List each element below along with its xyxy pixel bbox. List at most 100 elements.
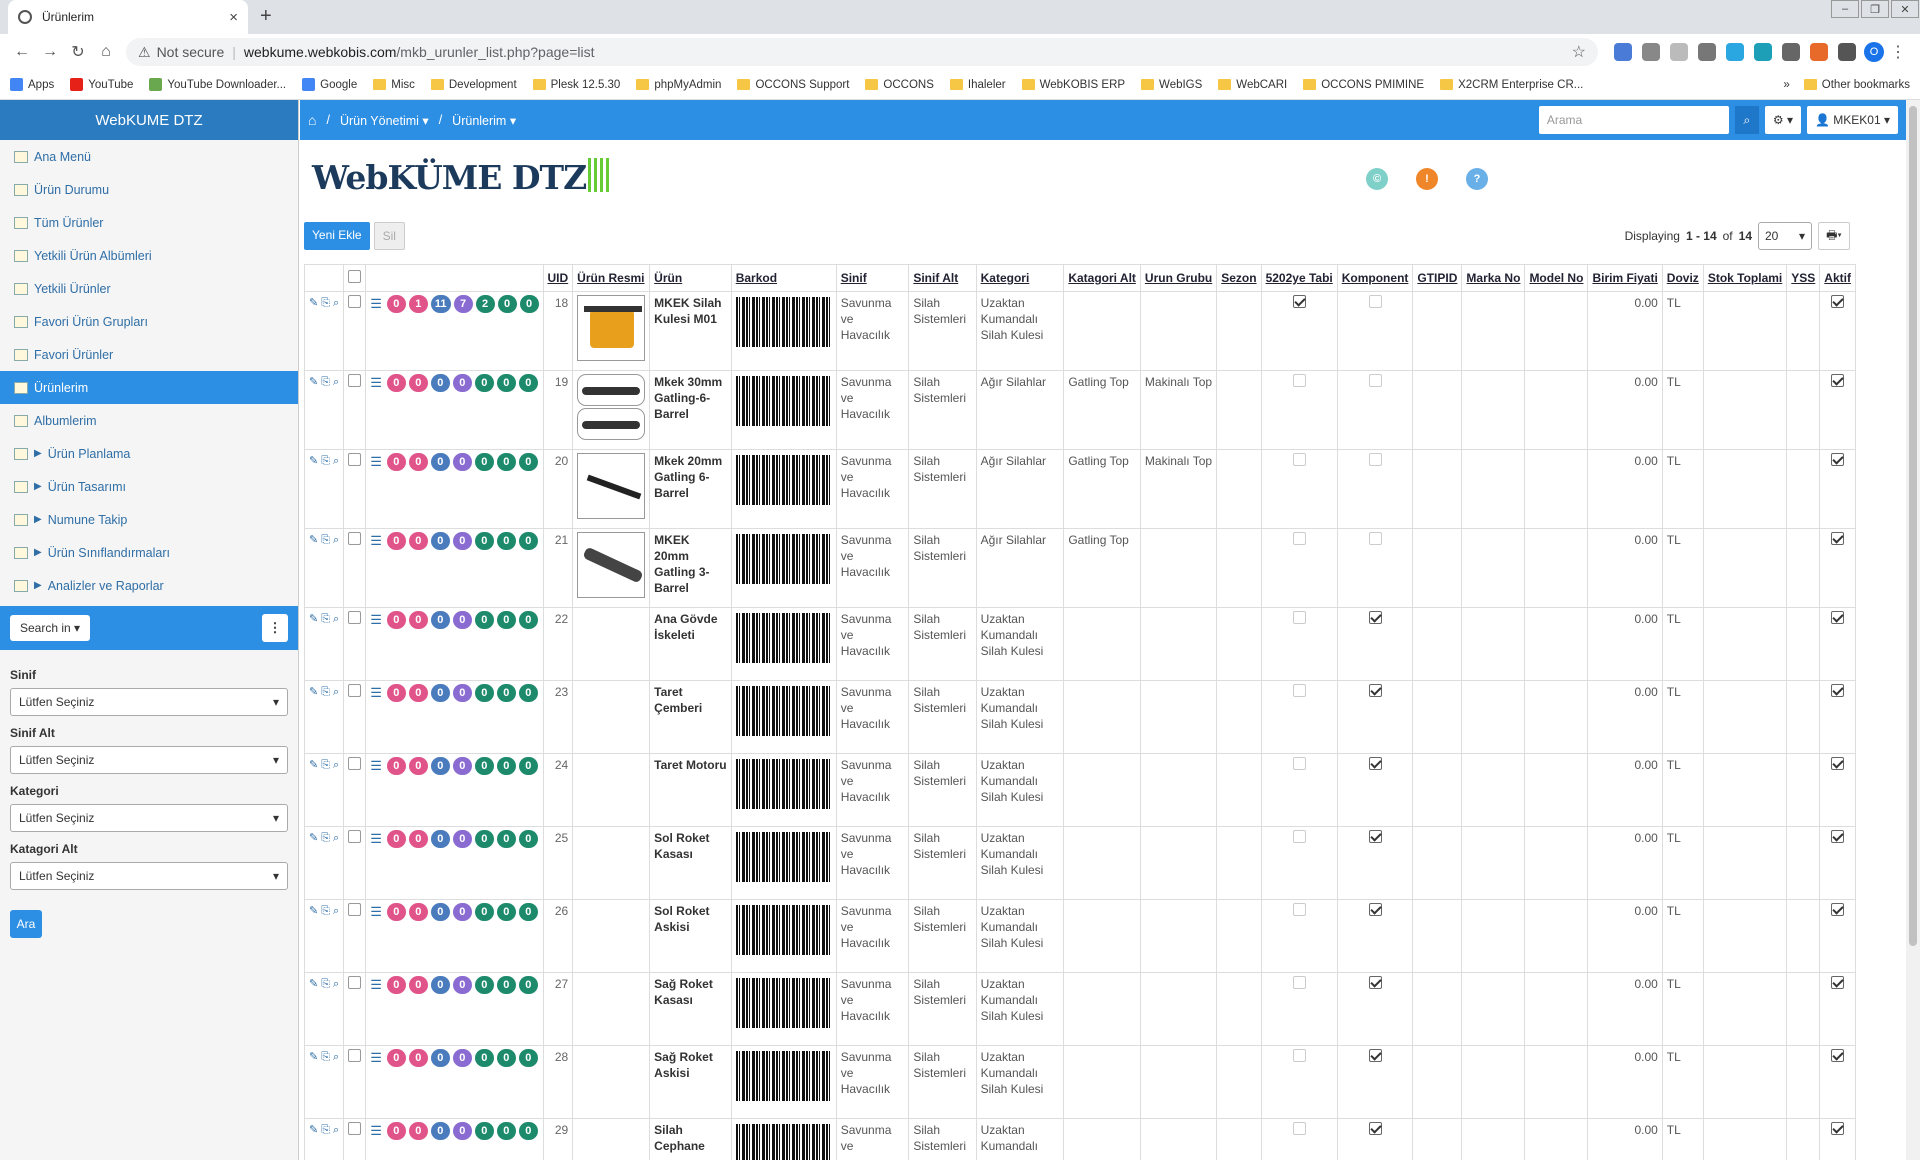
count-badge[interactable]: 0	[430, 684, 450, 702]
filter-select[interactable]: Lütfen Seçiniz ▾	[10, 746, 288, 774]
count-badge[interactable]: 0	[430, 453, 450, 471]
user-menu[interactable]: 👤 MKEK01 ▾	[1807, 106, 1898, 134]
bookmark-item[interactable]: YouTube	[70, 78, 133, 91]
row-checkbox[interactable]	[348, 903, 362, 916]
product-name[interactable]: Taret Motoru	[649, 753, 732, 827]
filter-select[interactable]: Lütfen Seçiniz ▾	[10, 688, 288, 716]
product-name[interactable]: Sol Roket Askisi	[649, 899, 732, 973]
page-scrollbar[interactable]	[1906, 100, 1920, 1160]
count-badge[interactable]: 0	[452, 684, 472, 702]
extension-icon[interactable]	[1726, 43, 1744, 61]
count-badge[interactable]: 0	[452, 1122, 472, 1140]
count-badge[interactable]: 0	[474, 374, 494, 392]
column-header[interactable]: Barkod	[730, 264, 837, 292]
count-badge[interactable]: 0	[452, 830, 472, 848]
column-header[interactable]: Birim Fiyati	[1587, 264, 1663, 292]
count-badge[interactable]: 0	[386, 611, 406, 629]
column-header[interactable]: Aktif	[1819, 264, 1856, 292]
column-header[interactable]: YSS	[1786, 264, 1821, 292]
product-name[interactable]: MKEK 20mm Gatling 3-Barrel	[649, 528, 732, 608]
view-icon[interactable]: ⌕	[333, 1122, 339, 1138]
count-badge[interactable]: 0	[386, 532, 406, 550]
bookmark-item[interactable]: Ihaleler	[949, 79, 1006, 91]
status-circle-icon[interactable]: ©	[1366, 168, 1388, 190]
sidebar-item[interactable]: Favori Ürünler	[0, 338, 298, 371]
extension-icon[interactable]	[1810, 43, 1828, 61]
edit-icon[interactable]: ✎	[309, 684, 318, 700]
list-icon[interactable]: ☰	[370, 612, 382, 628]
count-badge[interactable]: 0	[496, 830, 516, 848]
count-badge[interactable]: 0	[386, 757, 406, 775]
product-name[interactable]: MKEK Silah Kulesi M01	[649, 291, 732, 371]
column-header[interactable]: Ürün	[649, 264, 732, 292]
address-bar[interactable]: ⚠ Not secure | webkume.webkobis.com /mkb…	[126, 38, 1598, 66]
count-badge[interactable]: 0	[496, 976, 516, 994]
count-badge[interactable]: 0	[430, 1122, 450, 1140]
row-checkbox[interactable]	[348, 374, 362, 387]
sidebar-item[interactable]: ▶ Ürün Tasarımı	[0, 470, 298, 503]
extension-icon[interactable]	[1642, 43, 1660, 61]
edit-icon[interactable]: ✎	[309, 532, 318, 548]
bookmark-item[interactable]: Misc	[373, 79, 415, 91]
count-badge[interactable]: 0	[386, 903, 406, 921]
product-name[interactable]: Mkek 20mm Gatling 6-Barrel	[649, 449, 732, 529]
browser-tab[interactable]: Ürünlerim ×	[8, 0, 248, 34]
product-name[interactable]: Ana Gövde İskeleti	[649, 607, 732, 681]
forward-icon[interactable]: →	[36, 43, 64, 61]
copy-icon[interactable]: ⎘	[321, 684, 330, 700]
new-tab-button[interactable]: +	[260, 5, 272, 28]
count-badge[interactable]: 0	[430, 1049, 450, 1067]
back-icon[interactable]: ←	[8, 43, 36, 61]
copy-icon[interactable]: ⎘	[321, 1122, 330, 1138]
row-checkbox[interactable]	[348, 976, 362, 989]
count-badge[interactable]: 0	[386, 1122, 406, 1140]
count-badge[interactable]: 0	[430, 374, 450, 392]
bookmarks-more[interactable]: »	[1783, 79, 1789, 91]
column-header[interactable]: Sinif	[835, 264, 910, 292]
row-checkbox[interactable]	[348, 757, 362, 770]
count-badge[interactable]: 0	[518, 1122, 538, 1140]
copy-icon[interactable]: ⎘	[321, 374, 330, 390]
count-badge[interactable]: 0	[474, 1049, 494, 1067]
product-image[interactable]	[577, 374, 646, 406]
count-badge[interactable]: 0	[430, 757, 450, 775]
sidebar-item[interactable]: Albumlerim	[0, 404, 298, 437]
breadcrumb-urun-yonetimi[interactable]: Ürün Yönetimi ▾	[340, 113, 429, 128]
restore-icon[interactable]: ❐	[1861, 0, 1889, 18]
column-header[interactable]: Kategori	[975, 264, 1065, 292]
count-badge[interactable]: 0	[496, 757, 516, 775]
count-badge[interactable]: 0	[430, 611, 450, 629]
product-name[interactable]: Silah Cephane	[649, 1118, 732, 1160]
edit-icon[interactable]: ✎	[309, 453, 318, 469]
translate-icon[interactable]	[1614, 43, 1632, 61]
status-circle-icon[interactable]: !	[1416, 168, 1438, 190]
count-badge[interactable]: 0	[452, 1049, 472, 1067]
count-badge[interactable]: 0	[474, 830, 494, 848]
count-badge[interactable]: 0	[408, 453, 428, 471]
column-header[interactable]: Sezon	[1216, 264, 1262, 292]
column-header[interactable]: Urun Grubu	[1139, 264, 1218, 292]
list-icon[interactable]: ☰	[370, 533, 382, 549]
count-badge[interactable]: 0	[474, 684, 494, 702]
list-icon[interactable]: ☰	[370, 831, 382, 847]
count-badge[interactable]: 0	[474, 1122, 494, 1140]
filter-select[interactable]: Lütfen Seçiniz ▾	[10, 862, 288, 890]
count-badge[interactable]: 0	[474, 532, 494, 550]
row-checkbox[interactable]	[348, 830, 362, 843]
list-icon[interactable]: ☰	[370, 758, 382, 774]
count-badge[interactable]: 0	[496, 611, 516, 629]
count-badge[interactable]: 0	[519, 295, 539, 313]
count-badge[interactable]: 0	[386, 295, 406, 313]
copy-icon[interactable]: ⎘	[321, 611, 330, 627]
copy-icon[interactable]: ⎘	[321, 757, 330, 773]
count-badge[interactable]: 7	[453, 295, 473, 313]
copy-icon[interactable]: ⎘	[321, 453, 330, 469]
list-icon[interactable]: ☰	[370, 454, 382, 470]
product-image[interactable]	[577, 532, 646, 598]
count-badge[interactable]: 0	[518, 1049, 538, 1067]
sidebar-item[interactable]: Yetkili Ürünler	[0, 272, 298, 305]
column-header[interactable]: Sinif Alt	[908, 264, 977, 292]
bookmark-item[interactable]: Google	[302, 78, 357, 91]
sidebar-item[interactable]: Yetkili Ürün Albümleri	[0, 239, 298, 272]
list-icon[interactable]: ☰	[370, 375, 382, 391]
